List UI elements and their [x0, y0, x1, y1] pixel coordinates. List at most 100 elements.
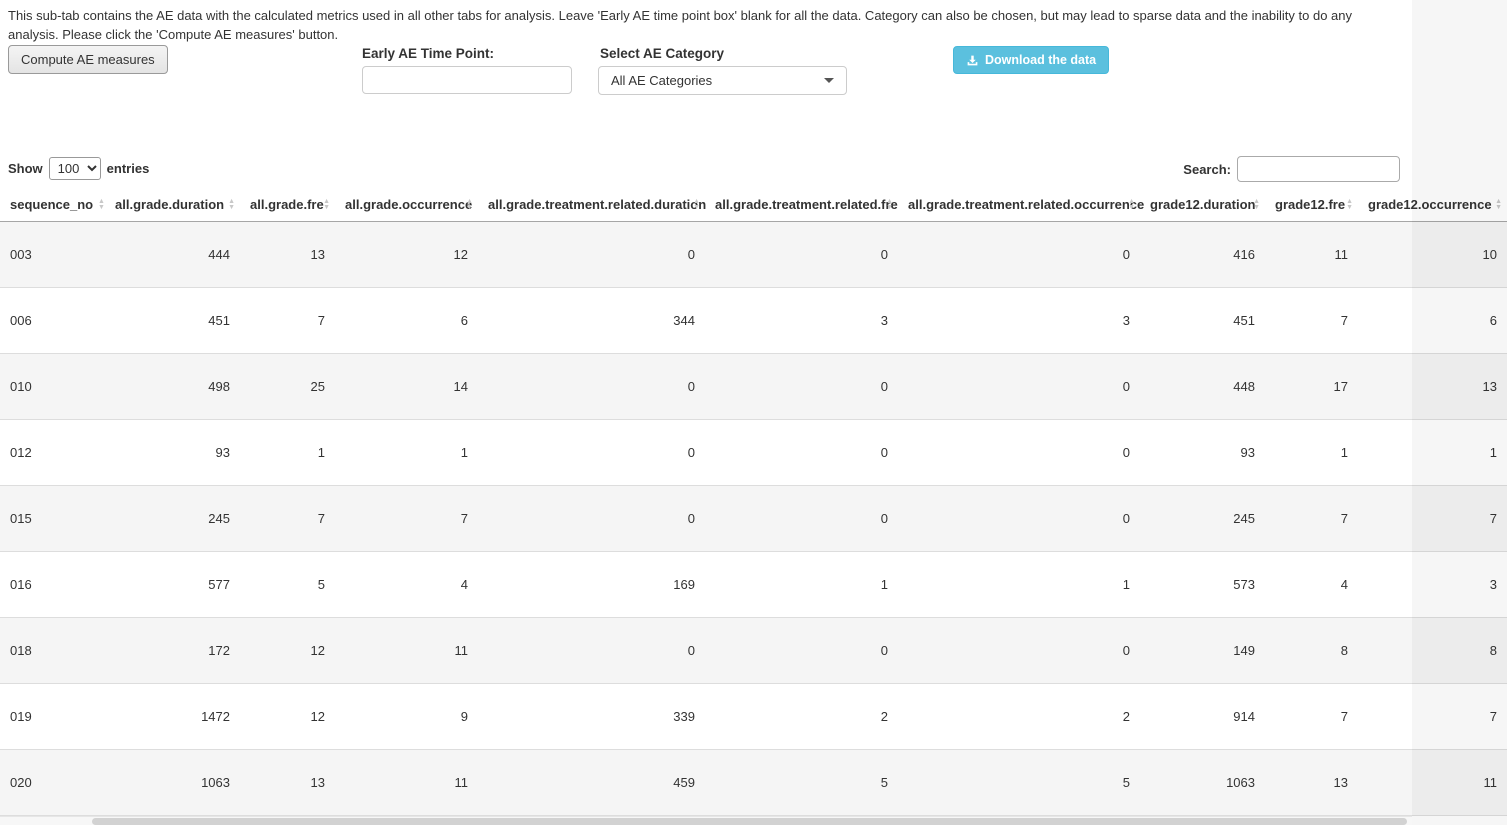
column-header-all-grade-treatment-related-fre[interactable]: all.grade.treatment.related.fre▲▼ [705, 189, 898, 221]
column-header-all-grade-duration[interactable]: all.grade.duration ▲▼ [105, 189, 240, 221]
cell-value: 0 [705, 419, 898, 485]
sort-icon: ▲▼ [323, 199, 330, 211]
chevron-down-icon [824, 78, 834, 83]
cell-sequence-no: 003 [0, 221, 105, 287]
compute-ae-measures-button[interactable]: Compute AE measures [8, 45, 168, 74]
cell-value: 448 [1140, 353, 1265, 419]
cell-value: 6 [335, 287, 478, 353]
cell-value: 13 [240, 749, 335, 815]
sort-icon: ▲▼ [1346, 199, 1353, 211]
cell-value: 498 [105, 353, 240, 419]
cell-value: 7 [1358, 683, 1507, 749]
cell-value: 13 [240, 221, 335, 287]
cell-value: 13 [1265, 749, 1358, 815]
cell-value: 3 [705, 287, 898, 353]
cell-value: 4 [1265, 551, 1358, 617]
cell-value: 12 [240, 617, 335, 683]
cell-value: 5 [898, 749, 1140, 815]
sort-icon: ▲▼ [886, 199, 893, 211]
cell-value: 1 [1358, 419, 1507, 485]
column-header-all-grade-treatment-related-occurrence[interactable]: all.grade.treatment.related.occurrence▲▼ [898, 189, 1140, 221]
column-header-all-grade-fre[interactable]: all.grade.fre▲▼ [240, 189, 335, 221]
cell-value: 0 [705, 617, 898, 683]
cell-value: 0 [478, 485, 705, 551]
cell-value: 1 [898, 551, 1140, 617]
cell-value: 0 [478, 353, 705, 419]
cell-value: 1472 [105, 683, 240, 749]
cell-value: 914 [1140, 683, 1265, 749]
early-ae-time-point-input[interactable] [362, 66, 572, 94]
cell-value: 0 [478, 419, 705, 485]
cell-value: 1 [335, 419, 478, 485]
column-header-grade12-fre[interactable]: grade12.fre▲▼ [1265, 189, 1358, 221]
ae-category-dropdown[interactable]: All AE Categories [598, 66, 847, 95]
cell-value: 1 [705, 551, 898, 617]
cell-value: 1 [1265, 419, 1358, 485]
cell-value: 1063 [105, 749, 240, 815]
horizontal-scrollbar-thumb[interactable] [92, 818, 1407, 825]
sort-icon: ▲▼ [228, 199, 235, 211]
cell-value: 7 [335, 485, 478, 551]
cell-value: 172 [105, 617, 240, 683]
column-header-label: all.grade.duration [115, 197, 224, 212]
cell-sequence-no: 020 [0, 749, 105, 815]
table-row: 006451763443345176 [0, 287, 1507, 353]
cell-value: 0 [898, 617, 1140, 683]
column-header-all-grade-occurrence[interactable]: all.grade.occurrence▲▼ [335, 189, 478, 221]
cell-value: 7 [240, 485, 335, 551]
cell-value: 6 [1358, 287, 1507, 353]
cell-value: 5 [705, 749, 898, 815]
page-length-select[interactable]: 100 [49, 157, 101, 180]
cell-value: 9 [335, 683, 478, 749]
table-row: 01914721293392291477 [0, 683, 1507, 749]
cell-value: 169 [478, 551, 705, 617]
column-header-grade12-occurrence[interactable]: grade12.occurrence▲▼ [1358, 189, 1507, 221]
cell-value: 451 [105, 287, 240, 353]
column-header-all-grade-treatment-related-duration[interactable]: all.grade.treatment.related.duration▲▼ [478, 189, 705, 221]
sort-icon: ▲▼ [98, 199, 105, 211]
download-data-button[interactable]: Download the data [953, 46, 1109, 74]
search-input[interactable] [1237, 156, 1400, 182]
cell-sequence-no: 015 [0, 485, 105, 551]
cell-value: 0 [705, 485, 898, 551]
cell-sequence-no: 016 [0, 551, 105, 617]
table-body: 0034441312000416111000645176344334517601… [0, 221, 1507, 815]
column-header-sequence_no[interactable]: sequence_no▲▼ [0, 189, 105, 221]
table-row: 020106313114595510631311 [0, 749, 1507, 815]
sort-icon: ▲▼ [466, 199, 473, 211]
cell-value: 93 [1140, 419, 1265, 485]
cell-value: 12 [335, 221, 478, 287]
select-ae-category-label: Select AE Category [600, 46, 724, 61]
column-header-label: grade12.occurrence [1368, 197, 1492, 212]
column-header-label: all.grade.occurrence [345, 197, 472, 212]
cell-value: 7 [1265, 683, 1358, 749]
cell-value: 4 [335, 551, 478, 617]
description-text: This sub-tab contains the AE data with t… [8, 6, 1406, 44]
download-button-label: Download the data [985, 53, 1096, 67]
table-row: 0152457700024577 [0, 485, 1507, 551]
column-header-label: all.grade.fre [250, 197, 324, 212]
table-row: 016577541691157343 [0, 551, 1507, 617]
sort-icon: ▲▼ [1495, 199, 1502, 211]
horizontal-scrollbar-track[interactable] [0, 816, 1412, 825]
cell-value: 12 [240, 683, 335, 749]
entries-label: entries [107, 161, 150, 176]
cell-value: 0 [898, 419, 1140, 485]
column-header-grade12-duration[interactable]: grade12.duration▲▼ [1140, 189, 1265, 221]
cell-value: 0 [898, 485, 1140, 551]
ae-category-selected-value: All AE Categories [611, 73, 816, 88]
cell-value: 8 [1358, 617, 1507, 683]
table-row: 01049825140004481713 [0, 353, 1507, 419]
cell-value: 14 [335, 353, 478, 419]
cell-value: 0 [898, 221, 1140, 287]
cell-value: 3 [1358, 551, 1507, 617]
cell-value: 577 [105, 551, 240, 617]
cell-value: 416 [1140, 221, 1265, 287]
column-header-label: all.grade.treatment.related.duration [488, 197, 706, 212]
download-icon [966, 54, 979, 67]
cell-value: 13 [1358, 353, 1507, 419]
cell-value: 7 [1358, 485, 1507, 551]
cell-value: 0 [478, 617, 705, 683]
column-header-label: grade12.fre [1275, 197, 1345, 212]
cell-sequence-no: 010 [0, 353, 105, 419]
